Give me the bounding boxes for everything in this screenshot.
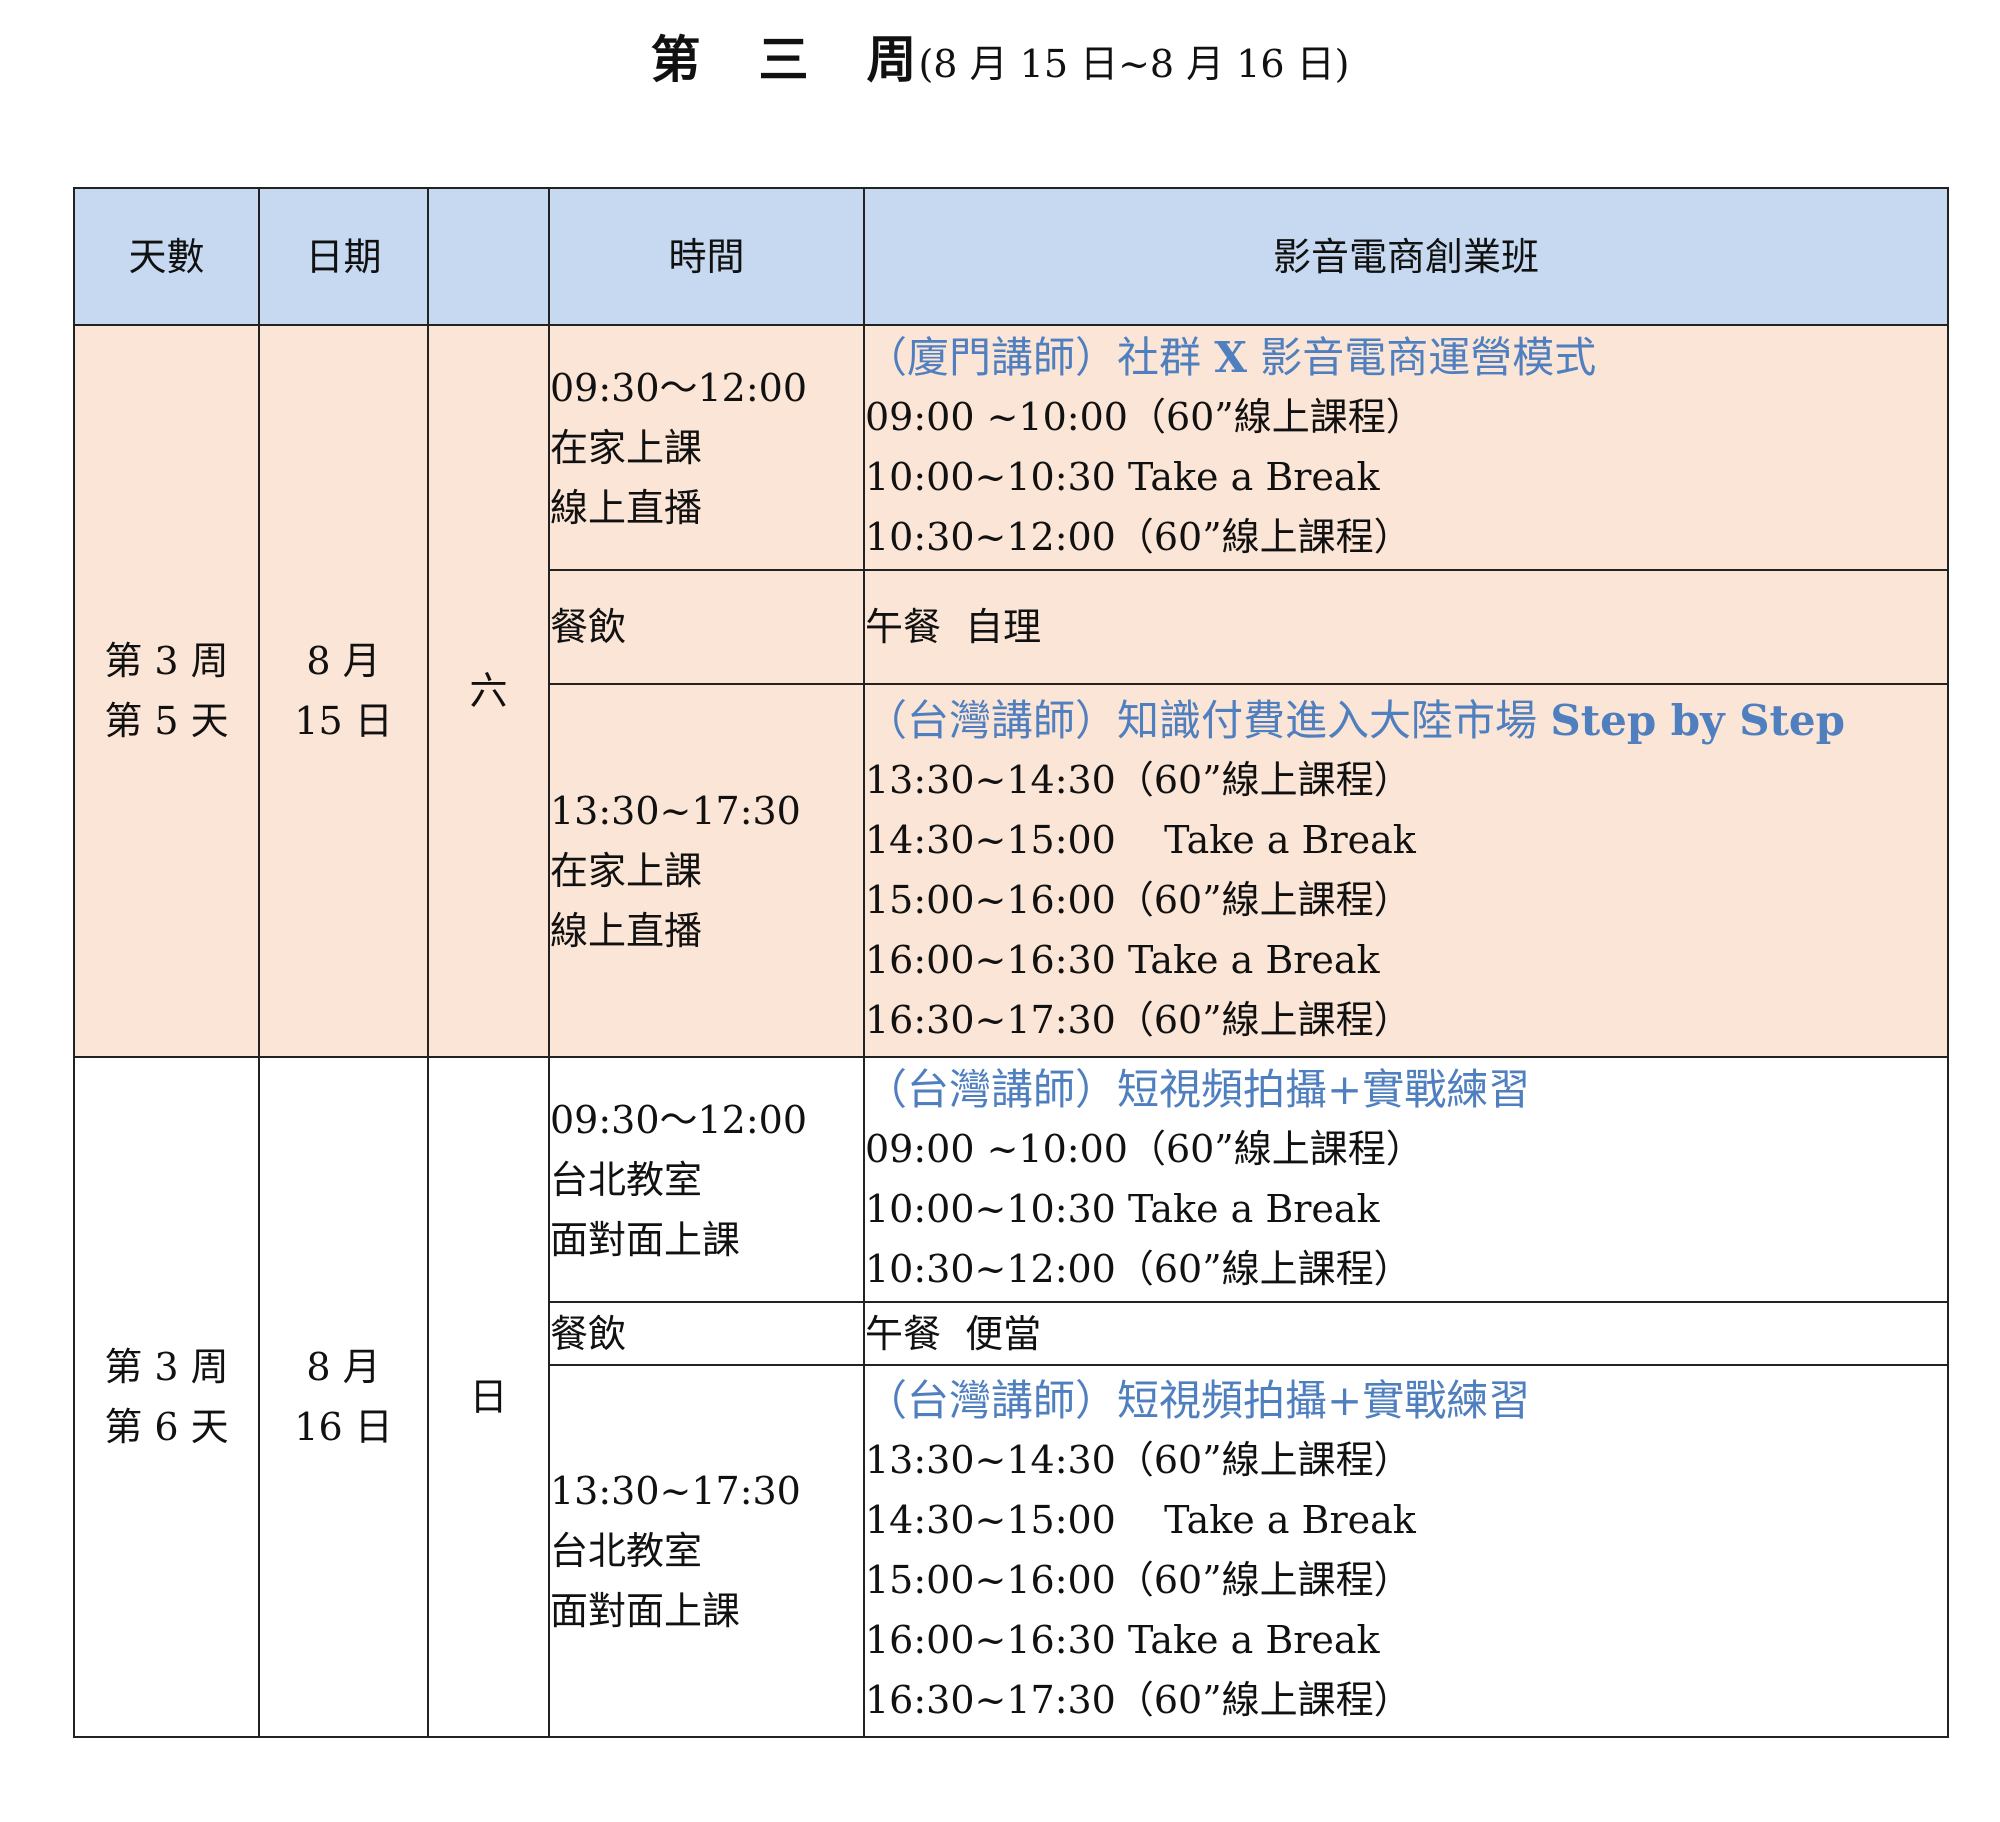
day-label-cell: 第 3 周 第 5 天 <box>73 324 260 1058</box>
table-row: 第 3 周 第 5 天 8 月 15 日 六 09:30～12:00 在家上課 … <box>73 324 1949 1058</box>
time-cell: 09:30～12:00 在家上課 線上直播 <box>548 324 865 571</box>
header-time: 時間 <box>548 187 865 326</box>
program-cell: （台灣講師）短視頻拍攝+實戰練習 13:30~14:30（60”線上課程） 14… <box>863 1364 1949 1738</box>
schedule-line: 13:30~14:30（60”線上課程） <box>865 1438 1412 1482</box>
time-cell: 13:30~17:30 在家上課 線上直播 <box>548 683 865 1058</box>
program-cell: （廈門講師）社群 X 影音電商運營模式 09:00 ~10:00（60”線上課程… <box>863 324 1949 571</box>
header-row: 天數 日期 時間 影音電商創業班 <box>73 187 1949 326</box>
weekday-cell: 日 <box>427 1056 550 1738</box>
day-label-cell: 第 3 周 第 6 天 <box>73 1056 260 1738</box>
date-cell: 8 月 16 日 <box>258 1056 429 1738</box>
course-title-text: （廈門講師）社群 <box>865 332 1215 382</box>
schedule-line: 16:00~16:30 Take a Break <box>865 1618 1380 1662</box>
schedule-line: 15:00~16:00（60”線上課程） <box>865 877 1412 922</box>
time-range: 13:30~17:30 <box>550 1469 801 1513</box>
day-label-line: 第 6 天 <box>104 1405 229 1449</box>
schedule-line: 09:00 ~10:00（60”線上課程） <box>865 394 1424 439</box>
time-range: 09:30～12:00 <box>550 1097 808 1142</box>
schedule-line: 10:00~10:30 Take a Break <box>865 1186 1380 1231</box>
schedule-line: 15:00~16:00（60”線上課程） <box>865 1558 1412 1602</box>
date-line: 8 月 <box>306 1345 381 1389</box>
day-label-line: 第 5 天 <box>104 699 229 743</box>
time-place: 在家上課 <box>550 425 703 470</box>
meal-detail: 午餐 便當 <box>863 1301 1949 1366</box>
time-place: 台北教室 <box>550 1529 703 1573</box>
time-cell: 09:30～12:00 台北教室 面對面上課 <box>548 1056 865 1303</box>
weekday-cell: 六 <box>427 324 550 1058</box>
date-cell: 8 月 15 日 <box>258 324 429 1058</box>
title-part: 周 <box>866 30 919 89</box>
meal-label: 餐飲 <box>548 1301 865 1366</box>
title-part: 三 <box>758 30 811 89</box>
time-mode: 面對面上課 <box>550 1217 741 1262</box>
page-title: 第三周(8 月 15 日~8 月 16 日) <box>0 22 2000 110</box>
header-days: 天數 <box>73 187 260 326</box>
day-label-line: 第 3 周 <box>104 1345 229 1389</box>
schedule-line: 16:00~16:30 Take a Break <box>865 937 1380 982</box>
time-mode: 面對面上課 <box>550 1589 741 1633</box>
course-title-bold: Step by Step <box>1550 695 1846 745</box>
time-place: 台北教室 <box>550 1157 703 1202</box>
time-range: 13:30~17:30 <box>550 788 801 833</box>
title-main: 第三周 <box>650 30 918 89</box>
course-title-text: 影音電商運營模式 <box>1246 332 1597 382</box>
time-cell: 13:30~17:30 台北教室 面對面上課 <box>548 1364 865 1738</box>
meal-detail: 午餐 自理 <box>863 569 1949 685</box>
program-cell: （台灣講師）短視頻拍攝+實戰練習 09:00 ~10:00（60”線上課程） 1… <box>863 1056 1949 1303</box>
schedule-line: 09:00 ~10:00（60”線上課程） <box>865 1126 1424 1171</box>
time-mode: 線上直播 <box>550 908 703 953</box>
course-title: （台灣講師）短視頻拍攝+實戰練習 <box>865 1064 1531 1114</box>
schedule-table: 天數 日期 時間 影音電商創業班 第 3 周 第 5 天 8 月 15 日 六 … <box>73 187 1949 1738</box>
meal-label: 餐飲 <box>548 569 865 685</box>
date-line: 8 月 <box>306 639 381 683</box>
schedule-line: 10:00~10:30 Take a Break <box>865 454 1380 499</box>
date-line: 16 日 <box>294 1405 393 1449</box>
schedule-line: 16:30~17:30（60”線上課程） <box>865 997 1412 1042</box>
program-cell: （台灣講師）知識付費進入大陸市場 Step by Step 13:30~14:3… <box>863 683 1949 1058</box>
course-title-bold: X <box>1214 332 1247 382</box>
table-row: 第 3 周 第 6 天 8 月 16 日 日 09:30～12:00 台北教室 … <box>73 1056 1949 1738</box>
schedule-line: 14:30~15:00 Take a Break <box>865 1498 1416 1542</box>
time-place: 在家上課 <box>550 848 703 893</box>
time-mode: 線上直播 <box>550 485 703 530</box>
course-title: （台灣講師）知識付費進入大陸市場 Step by Step <box>865 692 1947 750</box>
header-date: 日期 <box>258 187 429 326</box>
schedule-line: 13:30~14:30（60”線上課程） <box>865 757 1412 802</box>
course-title: （廈門講師）社群 X 影音電商運營模式 <box>865 329 1947 387</box>
schedule-line: 10:30~12:00（60”線上課程） <box>865 514 1412 559</box>
schedule-line: 10:30~12:00（60”線上課程） <box>865 1246 1412 1291</box>
course-title-text: （台灣講師）知識付費進入大陸市場 <box>865 695 1551 745</box>
title-date-range: (8 月 15 日~8 月 16 日) <box>918 42 1350 86</box>
title-part: 第 <box>650 30 703 89</box>
schedule-line: 16:30~17:30（60”線上課程） <box>865 1678 1412 1722</box>
time-range: 09:30～12:00 <box>550 365 808 410</box>
day-label-line: 第 3 周 <box>104 639 229 683</box>
schedule-line: 14:30~15:00 Take a Break <box>865 817 1416 862</box>
header-program: 影音電商創業班 <box>863 187 1949 326</box>
header-weekday <box>427 187 550 326</box>
course-title: （台灣講師）短視頻拍攝+實戰練習 <box>865 1376 1531 1425</box>
date-line: 15 日 <box>294 699 393 743</box>
